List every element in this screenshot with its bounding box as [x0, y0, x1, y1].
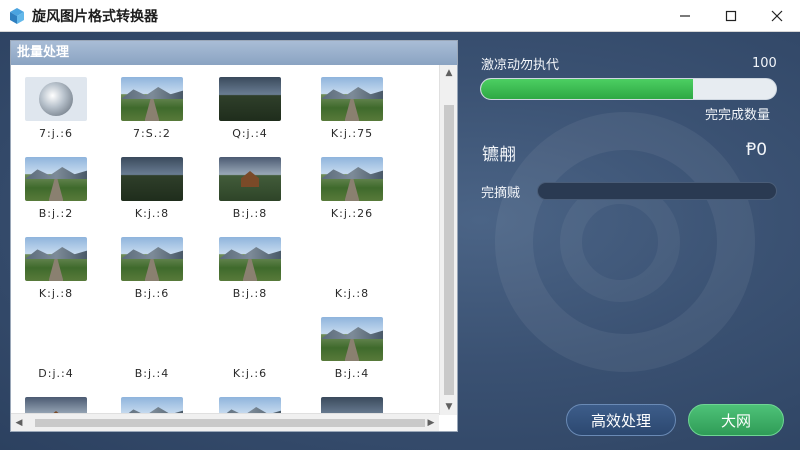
thumbnail-image	[219, 77, 281, 121]
minimize-icon	[680, 15, 690, 17]
maximize-icon	[725, 10, 737, 22]
vertical-scrollbar[interactable]: ▲ ▼	[439, 65, 457, 415]
thumbnail-image	[121, 77, 183, 121]
thumbnail-caption: K:j.:8	[134, 207, 170, 220]
window-controls	[662, 0, 800, 32]
thumbnail-item[interactable]: K:j.:6	[215, 317, 285, 380]
progress-label: 激凉动勿执代	[481, 58, 560, 73]
thumbnail-image	[218, 315, 283, 363]
scroll-left-icon[interactable]: ◀	[11, 414, 27, 432]
thumbnail-image	[219, 237, 281, 281]
thumbnail-caption: K:j.:8	[38, 287, 74, 300]
secondary-progress-label: 完摘贼	[481, 186, 521, 201]
close-icon	[771, 10, 783, 22]
thumbnail-item[interactable]: K:j.:26	[317, 157, 387, 220]
thumbnail-item[interactable]: B:j.:6	[117, 237, 187, 300]
thumbnail-image	[25, 237, 87, 281]
thumbnail-image	[120, 315, 185, 363]
thumbnail-image	[24, 315, 89, 363]
vertical-scroll-thumb[interactable]	[444, 105, 454, 395]
window-title: 旋风图片格式转换器	[32, 8, 158, 25]
thumbnail-caption: Q:j.:4	[232, 127, 268, 140]
result-label: 镳䎃	[482, 145, 516, 165]
logo-disc-icon	[39, 82, 73, 116]
thumbnail-item[interactable]: K:j.:8	[117, 157, 187, 220]
conversion-progress-bar	[480, 78, 777, 100]
batch-panel-header: 批量处理	[11, 41, 457, 65]
thumbnail-image	[321, 317, 383, 361]
main-area: 批量处理 7:j.:6 7:S.:2 Q:j.:4 K:j.:75 B:j.:2 K:j.…	[0, 32, 800, 450]
efficient-process-button[interactable]: 高效处理	[566, 404, 676, 436]
thumbnail-caption: B:j.:4	[134, 367, 170, 380]
thumbnail-item[interactable]: K:j.:8	[21, 237, 91, 300]
scroll-up-icon[interactable]: ▲	[440, 65, 458, 81]
thumbnail-caption: D:j.:4	[38, 367, 74, 380]
maximize-button[interactable]	[708, 0, 754, 32]
thumbnail-item[interactable]: B:j.:8	[215, 237, 285, 300]
thumbnail-item[interactable]: K:j.:8	[317, 237, 387, 300]
scroll-right-icon[interactable]: ▶	[423, 414, 439, 432]
thumbnail-image	[219, 157, 281, 201]
thumbnail-image	[25, 157, 87, 201]
completed-count-label: 完完成数量	[705, 108, 771, 123]
progress-value: 100	[752, 56, 777, 71]
thumbnail-caption: 7:S.:2	[133, 127, 171, 140]
horizontal-scroll-thumb[interactable]	[35, 419, 425, 427]
minimize-button[interactable]	[662, 0, 708, 32]
close-button[interactable]	[754, 0, 800, 32]
thumbnail-caption: B:j.:8	[232, 287, 268, 300]
conversion-progress-fill	[481, 79, 694, 99]
thumbnail-caption: K:j.:26	[330, 207, 374, 220]
thumbnail-caption: K:j.:8	[334, 287, 370, 300]
thumbnail-item[interactable]: 7:j.:6	[21, 77, 91, 140]
result-value: Ᵽ0	[746, 140, 768, 160]
thumbnail-caption: K:j.:6	[232, 367, 268, 380]
thumbnail-item[interactable]: D:j.:4	[21, 317, 91, 380]
thumbnail-caption: B:j.:8	[232, 207, 268, 220]
secondary-progress-bar	[537, 182, 777, 200]
thumbnail-item[interactable]: B:j.:8	[215, 157, 285, 220]
thumbnail-item[interactable]: 7:S.:2	[117, 77, 187, 140]
background-logo-inner	[560, 182, 680, 302]
title-bar: 旋风图片格式转换器	[0, 0, 800, 32]
thumbnail-caption: B:j.:2	[38, 207, 74, 220]
thumbnail-caption: 7:j.:6	[39, 127, 73, 140]
thumbnail-caption: B:j.:6	[134, 287, 170, 300]
thumbnail-item[interactable]: B:j.:2	[21, 157, 91, 220]
web-button[interactable]: 大网	[688, 404, 784, 436]
thumbnail-image	[25, 77, 87, 121]
scroll-down-icon[interactable]: ▼	[440, 399, 458, 415]
thumbnail-grid: 7:j.:6 7:S.:2 Q:j.:4 K:j.:75 B:j.:2 K:j.:8 B:j…	[11, 65, 439, 415]
thumbnail-item[interactable]: B:j.:4	[317, 317, 387, 380]
thumbnail-item[interactable]: B:j.:4	[117, 317, 187, 380]
thumbnail-caption: B:j.:4	[334, 367, 370, 380]
thumbnail-image	[321, 157, 383, 201]
thumbnail-image	[121, 157, 183, 201]
horizontal-scrollbar[interactable]: ◀ ▶	[11, 413, 439, 431]
thumbnail-image	[321, 77, 383, 121]
batch-panel: 批量处理 7:j.:6 7:S.:2 Q:j.:4 K:j.:75 B:j.:2 K:j.…	[10, 40, 458, 432]
cube-icon	[10, 7, 24, 24]
thumbnail-caption: K:j.:75	[330, 127, 374, 140]
thumbnail-image	[320, 235, 385, 283]
thumbnail-image	[121, 237, 183, 281]
thumbnail-item[interactable]: K:j.:75	[317, 77, 387, 140]
thumbnail-item[interactable]: Q:j.:4	[215, 77, 285, 140]
